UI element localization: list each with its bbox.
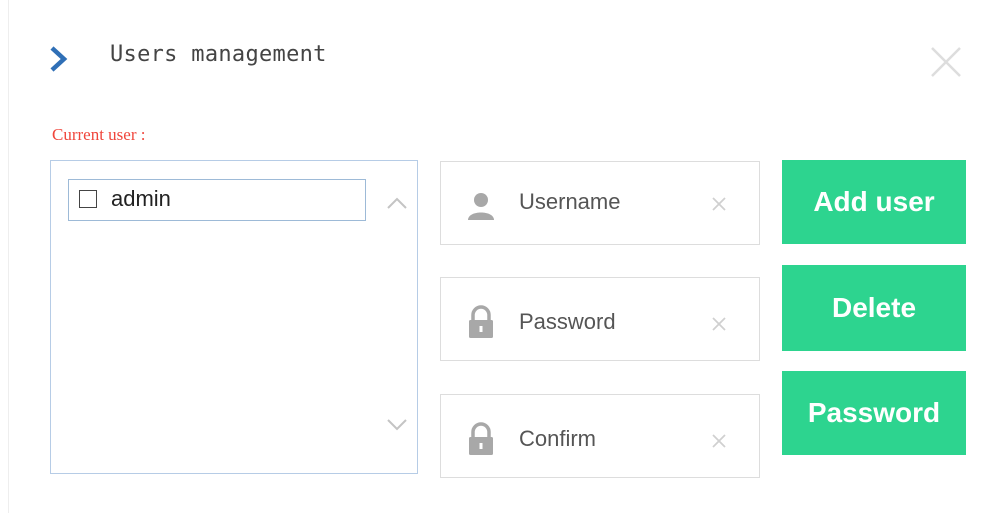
lock-icon [469,422,493,455]
confirm-input[interactable] [519,421,699,457]
delete-button[interactable]: Delete [782,265,966,351]
scroll-up-icon[interactable] [385,195,409,211]
list-item-label: admin [111,186,171,211]
change-password-button[interactable]: Password [782,371,966,455]
user-icon [468,193,494,220]
user-checkbox[interactable] [79,190,97,208]
current-user-label: Current user : [52,125,146,144]
dialog-left-edge [8,0,9,513]
add-user-button[interactable]: Add user [782,160,966,244]
clear-icon[interactable] [709,194,729,214]
clear-icon[interactable] [709,314,729,334]
lock-icon [469,305,493,338]
chevron-right-icon [50,46,68,72]
confirm-field [440,394,760,478]
scroll-down-icon[interactable] [385,417,409,433]
username-field [440,161,760,245]
user-list[interactable]: admin [50,160,418,474]
list-item[interactable]: admin [68,179,366,221]
users-management-dialog: Users management Current user : admin Us… [0,0,996,513]
username-input[interactable] [519,184,699,220]
close-icon[interactable] [928,44,964,80]
dialog-title: Users management [110,42,327,67]
password-field [440,277,760,361]
clear-icon[interactable] [709,431,729,451]
password-input[interactable] [519,304,699,340]
